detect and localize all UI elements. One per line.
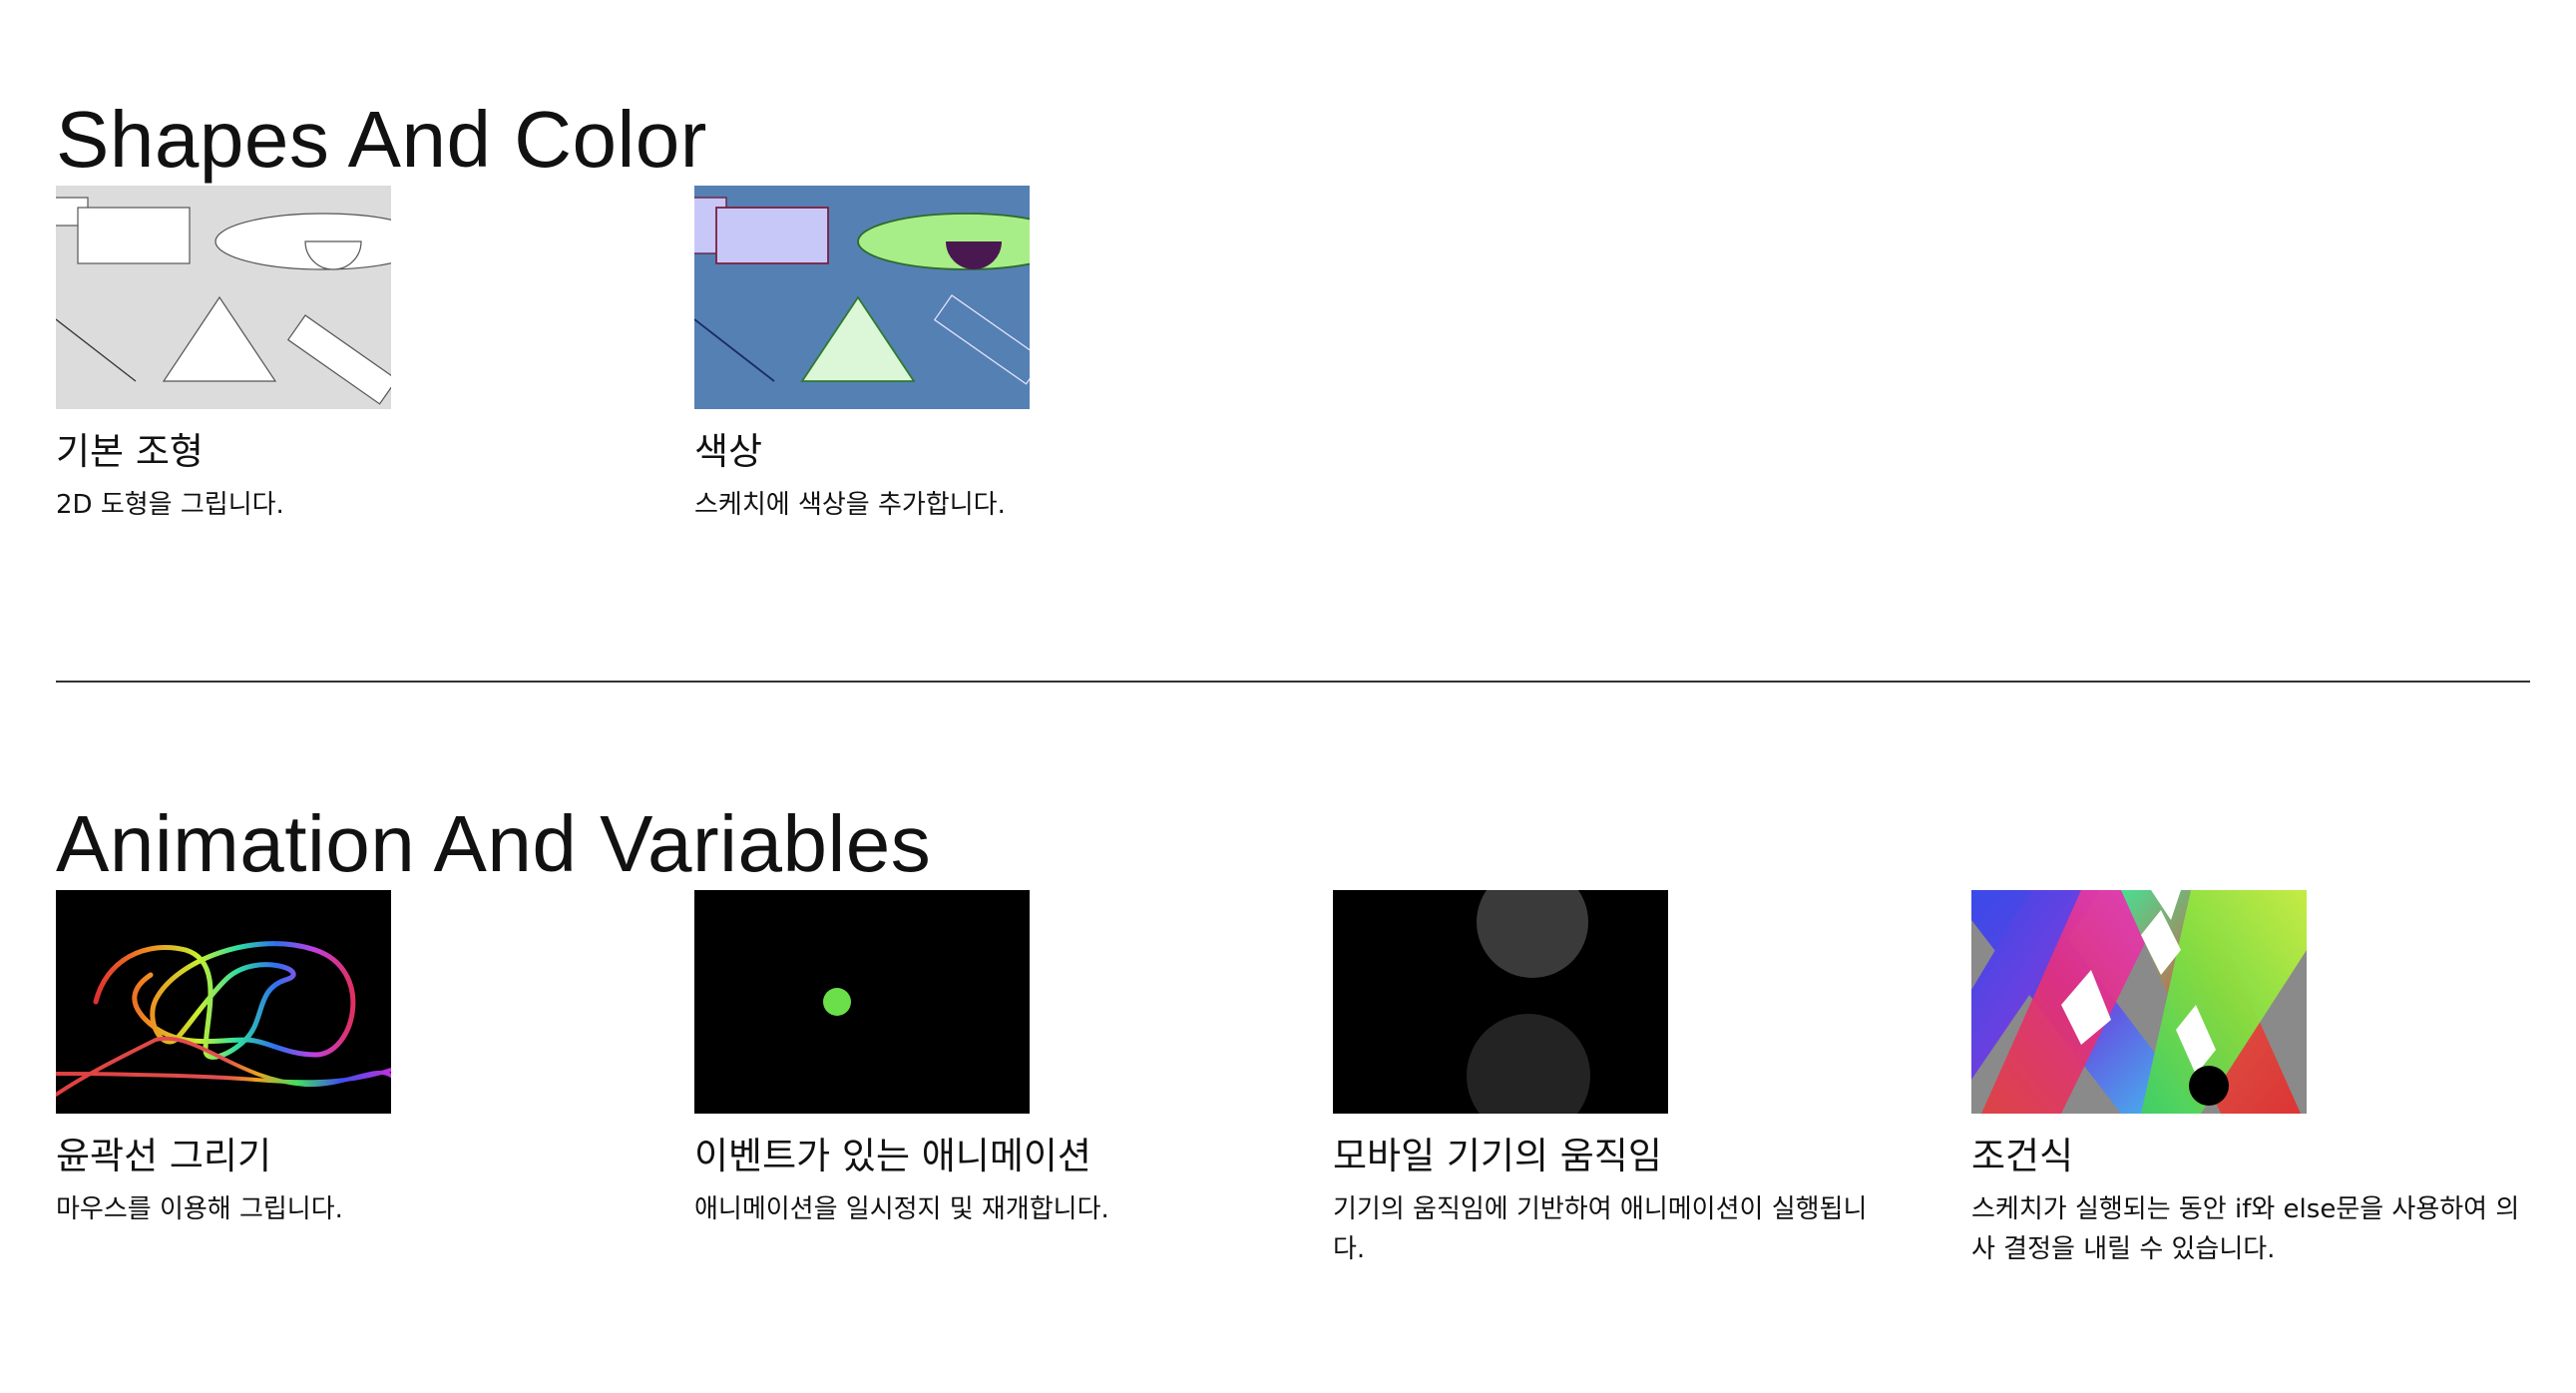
section-shapes-and-color: Shapes And Color 기본 조형 2D 도형을 그립니다. 색상 스… [56,94,2530,525]
example-card-basic-shapes[interactable]: 기본 조형 2D 도형을 그립니다. [56,186,615,525]
color-thumbnail[interactable] [694,186,1030,409]
section-title: Shapes And Color [56,95,707,184]
draw-outline-thumbnail[interactable] [56,890,391,1114]
example-card-conditionals[interactable]: 조건식 스케치가 실행되는 동안 if와 else문을 사용하여 의사 결정을 … [1971,890,2530,1269]
card-description: 애니메이션을 일시정지 및 재개합니다. [694,1194,1109,1224]
basic-shapes-sketch [56,186,391,409]
card-description: 마우스를 이용해 그립니다. [56,1194,343,1224]
mobile-motion-thumbnail[interactable] [1333,890,1668,1114]
example-card-color[interactable]: 색상 스케치에 색상을 추가합니다. [694,186,1253,525]
example-grid: 윤곽선 그리기 마우스를 이용해 그립니다. 이벤트가 있는 애니메이션 애니메… [56,890,2530,1269]
card-title: 모바일 기기의 움직임 [1333,1135,1662,1177]
card-title: 기본 조형 [56,430,204,473]
basic-shapes-thumbnail[interactable] [56,186,391,409]
rainbow-drawing-sketch [56,890,391,1114]
section-animation-and-variables: Animation And Variables 윤곽선 그리기 마우스를 이용해… [56,798,2530,1269]
section-divider [56,681,2530,683]
card-description: 스케치가 실행되는 동안 if와 else문을 사용하여 의사 결정을 내릴 수… [1971,1194,2520,1264]
card-description: 기기의 움직임에 기반하여 애니메이션이 실행됩니다. [1333,1194,1868,1264]
gradient-bands-sketch [1971,890,2307,1114]
example-grid: 기본 조형 2D 도형을 그립니다. 색상 스케치에 색상을 추가합니다. [56,186,2530,525]
card-title: 윤곽선 그리기 [56,1135,272,1177]
examples-page: Shapes And Color 기본 조형 2D 도형을 그립니다. 색상 스… [0,0,2576,1393]
gray-circles-sketch [1333,890,1668,1114]
example-card-event-animation[interactable]: 이벤트가 있는 애니메이션 애니메이션을 일시정지 및 재개합니다. [694,890,1253,1269]
section-title: Animation And Variables [56,799,932,888]
card-title: 색상 [694,430,763,473]
card-description: 스케치에 색상을 추가합니다. [694,490,1006,520]
green-dot-sketch [694,890,1030,1114]
card-title: 조건식 [1971,1135,2074,1177]
conditionals-thumbnail[interactable] [1971,890,2307,1114]
event-animation-thumbnail[interactable] [694,890,1030,1114]
example-card-draw-outline[interactable]: 윤곽선 그리기 마우스를 이용해 그립니다. [56,890,615,1269]
card-title: 이벤트가 있는 애니메이션 [694,1135,1091,1177]
color-shapes-sketch [694,186,1030,409]
card-description: 2D 도형을 그립니다. [56,490,284,520]
example-card-mobile-motion[interactable]: 모바일 기기의 움직임 기기의 움직임에 기반하여 애니메이션이 실행됩니다. [1333,890,1892,1269]
